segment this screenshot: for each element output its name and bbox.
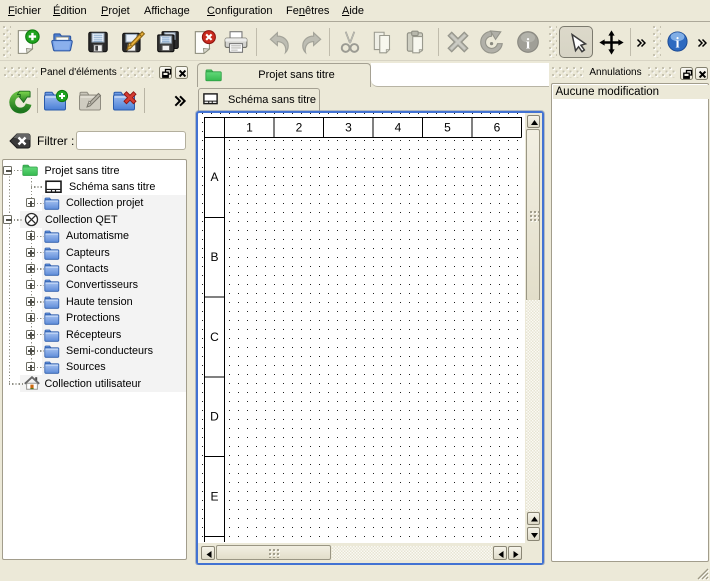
svg-text:C: C — [210, 330, 219, 344]
svg-text:i: i — [676, 36, 680, 52]
svg-text:2: 2 — [296, 121, 303, 135]
svg-text:1: 1 — [246, 121, 253, 135]
svg-text:3: 3 — [345, 121, 352, 135]
svg-text:A: A — [210, 170, 218, 184]
svg-text:B: B — [210, 250, 218, 264]
svg-text:6: 6 — [494, 121, 501, 135]
svg-text:E: E — [210, 490, 218, 504]
svg-text:4: 4 — [395, 121, 402, 135]
svg-text:i: i — [525, 36, 529, 53]
svg-text:D: D — [210, 410, 219, 424]
svg-text:5: 5 — [444, 121, 451, 135]
